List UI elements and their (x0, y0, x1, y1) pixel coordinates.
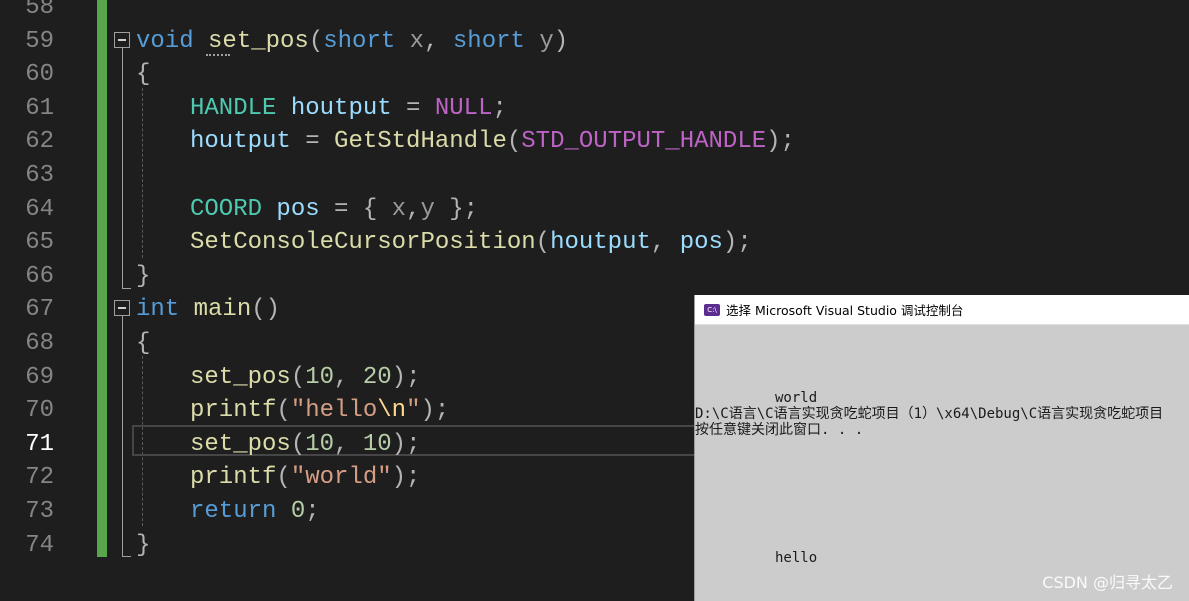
punctuation: () (251, 296, 281, 324)
string: " (406, 397, 421, 425)
function-name: GetStdHandle (334, 128, 507, 156)
variable: houtput (190, 128, 291, 156)
console-titlebar[interactable]: C:\ 选择 Microsoft Visual Studio 调试控制台 (695, 295, 1189, 325)
code-line[interactable]: printf("hello\n"); (190, 394, 449, 428)
code-line[interactable]: { (136, 327, 150, 361)
punctuation: ( (290, 430, 306, 458)
macro: NULL (434, 94, 493, 122)
function-name: main (193, 296, 252, 324)
indent-guide (142, 88, 143, 258)
parameter: y (420, 195, 435, 223)
console-app-icon: C:\ (704, 303, 720, 316)
punctuation: ) (553, 27, 569, 55)
fold-guide (122, 48, 123, 288)
fold-guide (122, 316, 123, 556)
function-name: set_pos (190, 430, 291, 458)
number: 10 (305, 430, 335, 458)
console-title: 选择 Microsoft Visual Studio 调试控制台 (726, 303, 964, 318)
number: 0 (290, 498, 306, 525)
string: "world" (290, 464, 392, 492)
console-output-hello: hello (775, 550, 818, 566)
parameter: y (539, 27, 554, 55)
punctuation: ( (276, 397, 291, 425)
keyword: short (452, 27, 525, 55)
code-line[interactable]: HANDLE houtput = NULL; (190, 92, 507, 126)
code-line[interactable]: set_pos(10, 20); (190, 361, 420, 395)
type-name: HANDLE (190, 94, 277, 122)
code-line[interactable]: } (136, 529, 150, 563)
code-line[interactable]: int main() (136, 293, 280, 327)
code-line-current[interactable]: set_pos(10, 10); (190, 428, 420, 462)
console-output-press-key: 按任意键关闭此窗口. . . (695, 422, 864, 438)
punctuation: ); (766, 128, 795, 156)
punctuation: ( (506, 128, 522, 156)
variable: houtput (290, 94, 392, 122)
function-name: set_pos (190, 363, 291, 391)
parameter: x (391, 195, 407, 223)
punctuation: ( (535, 229, 551, 257)
function-name: SetConsoleCursorPosition (190, 229, 536, 257)
escape-sequence: \n (377, 397, 407, 425)
operator: = { (319, 195, 392, 223)
type-name: COORD (190, 195, 263, 223)
brace: { (136, 61, 151, 89)
variable: houtput (550, 229, 651, 257)
code-line[interactable]: houtput = GetStdHandle(STD_OUTPUT_HANDLE… (190, 125, 795, 159)
console-output-path: D:\C语言\C语言实现贪吃蛇项目（1）\x64\Debug\C语言实现贪吃蛇项… (695, 406, 1164, 422)
punctuation: ); (722, 229, 752, 257)
punctuation: , (334, 430, 363, 458)
code-line[interactable]: SetConsoleCursorPosition(houtput, pos); (190, 226, 752, 260)
punctuation: ); (391, 363, 421, 391)
console-output-world: world (775, 390, 818, 406)
punctuation: ; (305, 498, 320, 525)
fold-guide-end (122, 288, 131, 289)
punctuation: ; (492, 94, 507, 122)
punctuation: , (406, 195, 421, 223)
keyword: void (136, 27, 194, 55)
number: 20 (362, 363, 392, 391)
code-line[interactable]: void set_pos(short x, short y) (136, 25, 568, 59)
code-line[interactable]: return 0; (190, 495, 320, 529)
fold-guide-end (122, 556, 131, 557)
brace: } (136, 531, 151, 559)
operator: = (290, 128, 335, 156)
punctuation: ( (276, 464, 291, 492)
keyword: short (323, 27, 396, 55)
debug-console-window[interactable]: C:\ 选择 Microsoft Visual Studio 调试控制台 wor… (694, 295, 1189, 601)
function-name: set_pos (208, 27, 309, 55)
brace: } (136, 262, 151, 290)
keyword: return (190, 498, 277, 525)
number: 10 (305, 363, 335, 391)
punctuation: ( (308, 27, 324, 55)
punctuation: , (424, 27, 453, 55)
code-line[interactable]: { (136, 58, 150, 92)
code-line[interactable]: printf("world"); (190, 461, 420, 495)
operator: = (391, 94, 435, 122)
punctuation: }; (434, 195, 479, 223)
punctuation: , (334, 363, 363, 391)
parameter: x (409, 27, 425, 55)
collapse-icon[interactable] (114, 32, 130, 48)
punctuation: ( (290, 363, 306, 391)
function-name: printf (190, 464, 277, 492)
variable: pos (276, 195, 320, 223)
code-line[interactable]: COORD pos = { x,y }; (190, 193, 478, 227)
function-name: printf (190, 397, 277, 425)
string: "hello (290, 397, 378, 425)
macro: STD_OUTPUT_HANDLE (521, 128, 767, 156)
collapse-icon[interactable] (114, 300, 130, 316)
number: 10 (362, 430, 392, 458)
punctuation: ); (391, 430, 421, 458)
watermark: CSDN @归寻太乙 (1042, 573, 1173, 592)
code-line[interactable]: } (136, 260, 150, 294)
keyword: int (136, 296, 180, 324)
punctuation: ); (391, 464, 421, 492)
variable: pos (679, 229, 723, 257)
brace: { (136, 330, 151, 357)
punctuation: ); (420, 397, 450, 425)
punctuation: , (650, 229, 680, 257)
